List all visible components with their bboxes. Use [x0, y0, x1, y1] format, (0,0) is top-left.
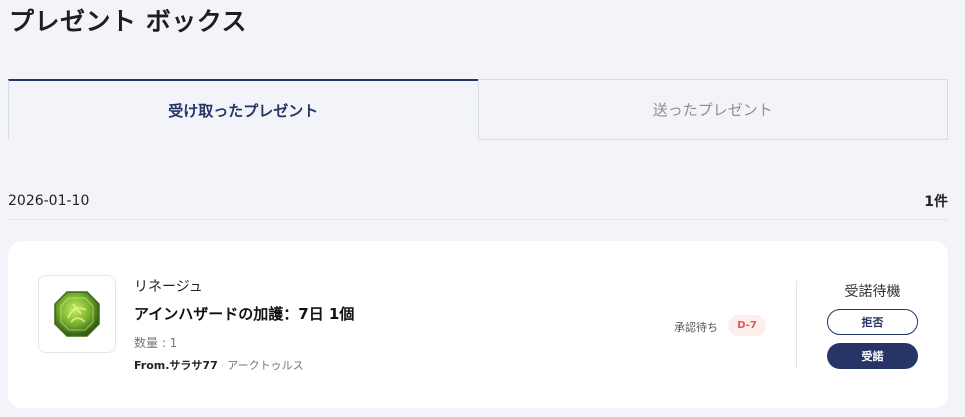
server-name: アークトゥルス: [227, 359, 304, 372]
item-name: アインハザードの加護：7日 1個: [134, 305, 355, 323]
vertical-divider: [796, 281, 797, 369]
tab-bar: 受け取ったプレゼント 送ったプレゼント: [8, 79, 948, 140]
sender-name: From.サラサ77: [134, 359, 218, 372]
group-count: 1件: [924, 193, 948, 210]
reject-button[interactable]: 拒否: [827, 309, 918, 335]
page-title: プレゼント ボックス: [9, 7, 247, 36]
tab-received[interactable]: 受け取ったプレゼント: [8, 79, 478, 140]
deadline-badge: D-7: [728, 315, 766, 336]
date-group-header: 2026-01-10 1件: [8, 186, 948, 220]
status-text: 承認待ち: [674, 321, 718, 334]
sender-info: From.サラサ77 · アークトゥルス: [134, 357, 304, 373]
game-name: リネージュ: [134, 279, 203, 295]
separator-dot: ·: [220, 359, 225, 372]
tab-sent[interactable]: 送ったプレゼント: [477, 79, 948, 140]
gift-card: リネージュ アインハザードの加護：7日 1個 数量 : 1 From.サラサ77…: [8, 241, 948, 408]
item-quantity: 数量 : 1: [134, 336, 178, 350]
item-thumbnail: [38, 275, 116, 353]
green-gem-icon: [54, 291, 100, 337]
action-status-title: 受諾待機: [844, 284, 901, 300]
group-date: 2026-01-10: [8, 192, 90, 209]
accept-button[interactable]: 受諾: [827, 343, 918, 369]
